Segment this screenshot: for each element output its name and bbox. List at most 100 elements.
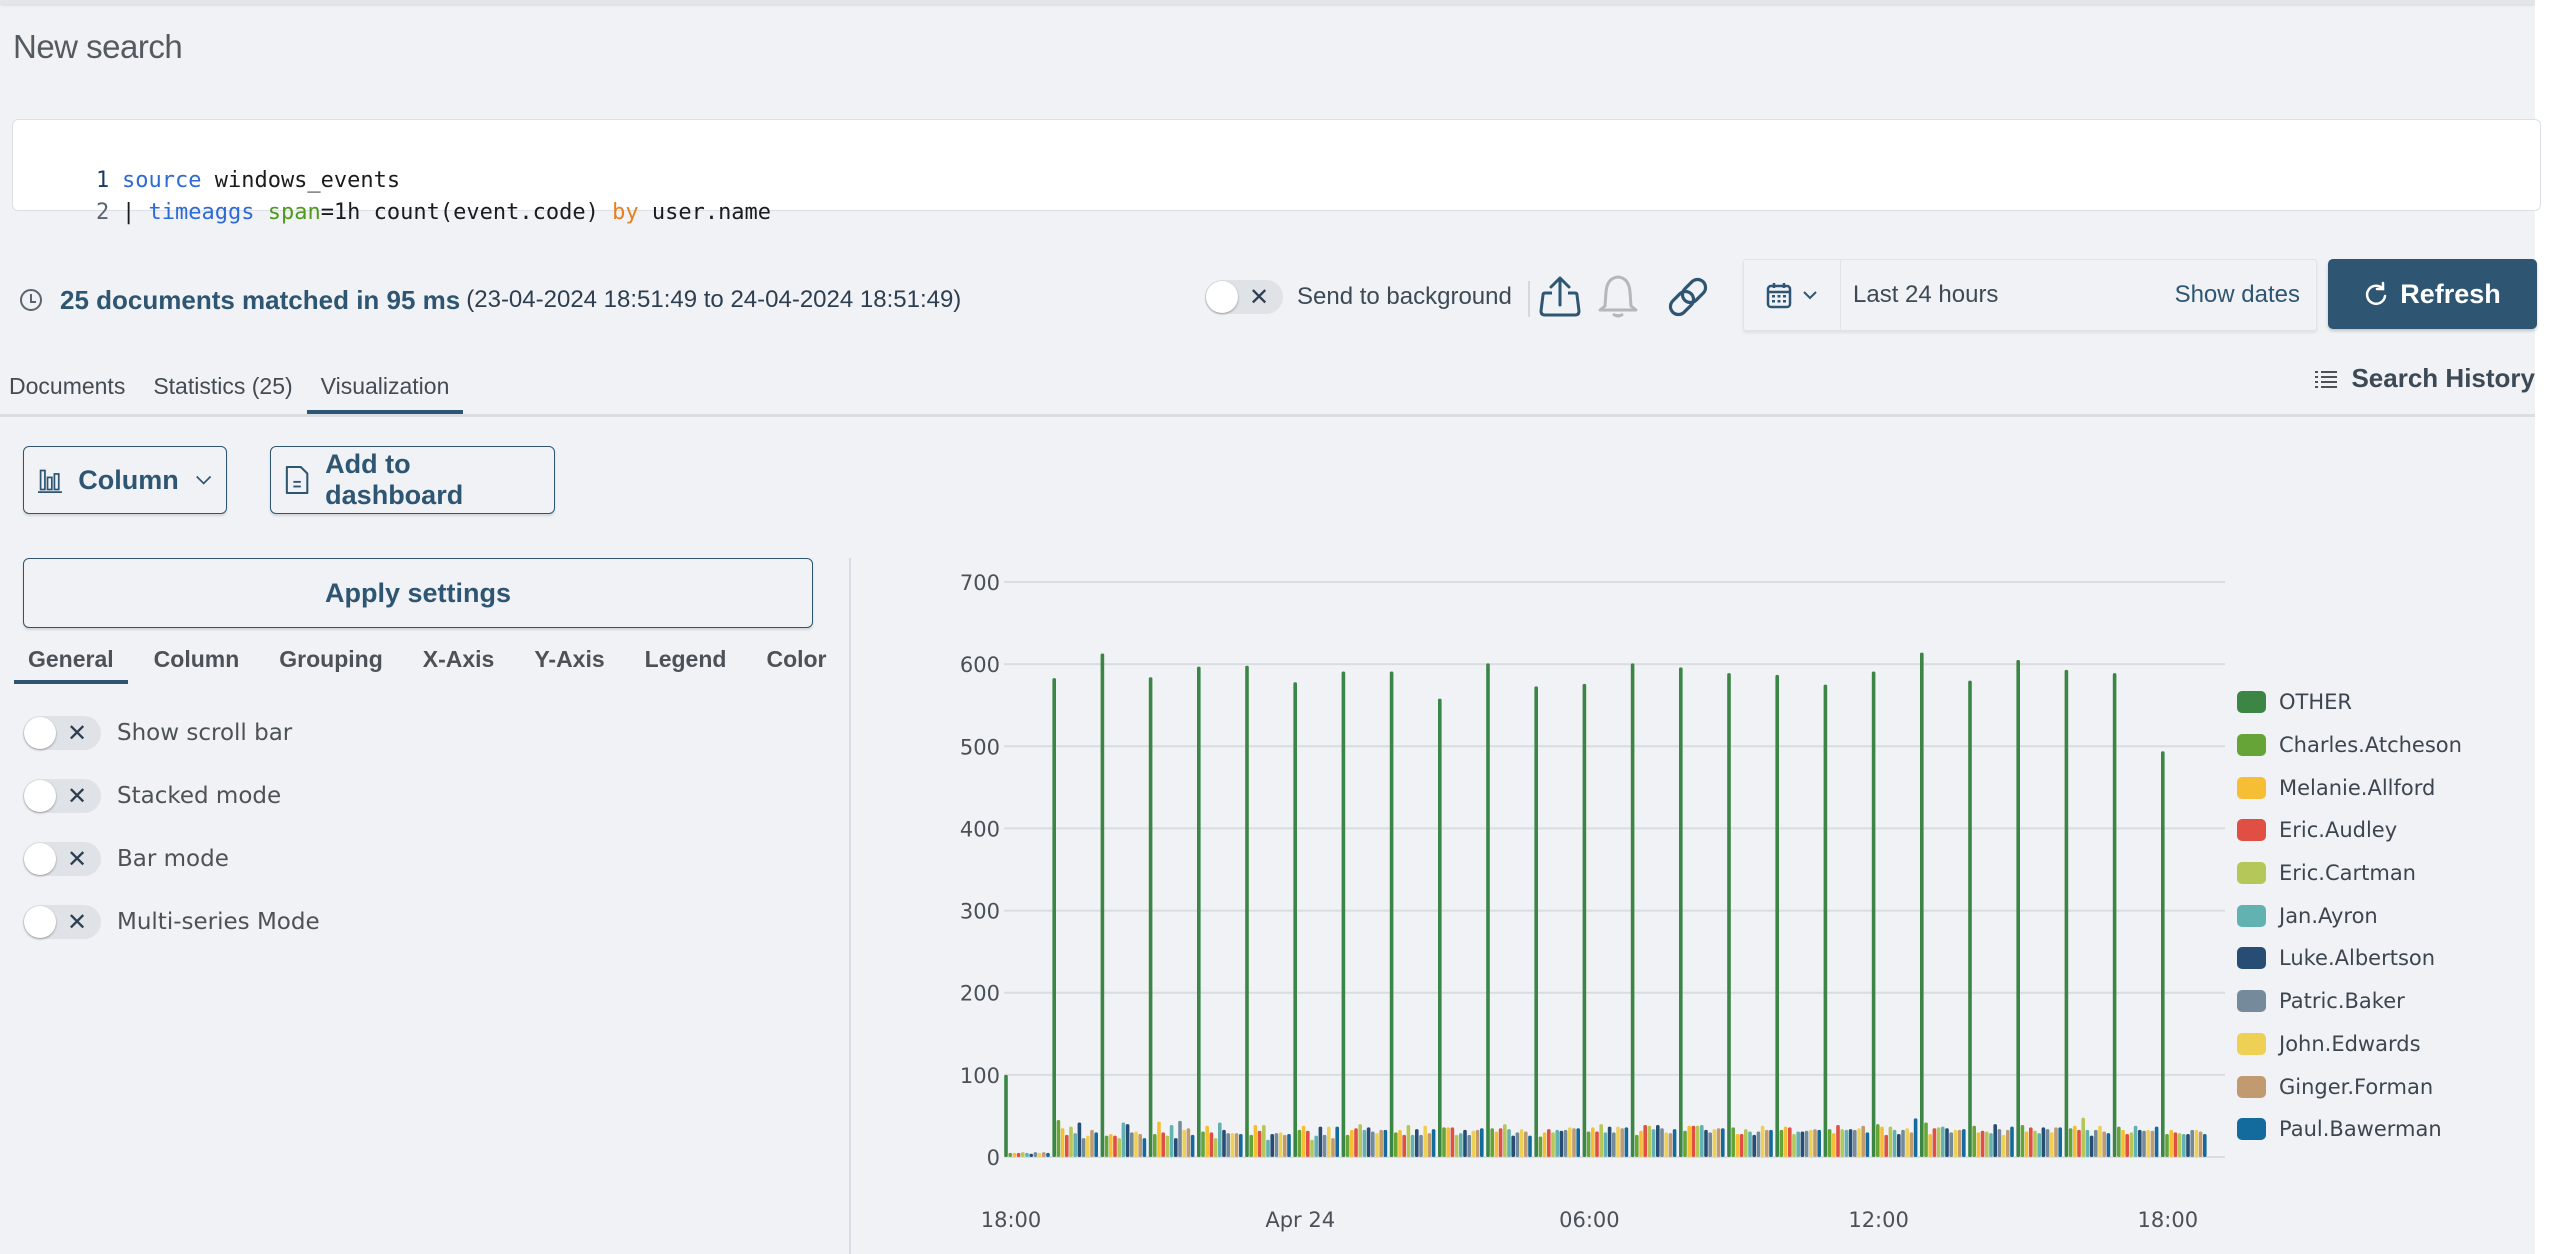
legend-item[interactable]: Patric.Baker (2237, 980, 2462, 1023)
match-time-range: (23-04-2024 18:51:49 to 24-04-2024 18:51… (466, 286, 962, 313)
bar-patric-baker (2094, 1129, 2098, 1157)
settings-tab-grouping[interactable]: Grouping (265, 640, 396, 684)
time-range-value[interactable]: Last 24 hours (1853, 260, 1998, 330)
bar-jan-ayron (1507, 1129, 1511, 1157)
legend-item[interactable]: Eric.Audley (2237, 809, 2462, 852)
legend-item[interactable]: Luke.Albertson (2237, 937, 2462, 980)
legend-item[interactable]: Jan.Ayron (2237, 894, 2462, 937)
search-history-button[interactable]: Search History (2315, 363, 2535, 394)
bar-other (1293, 682, 1297, 1157)
bar-ginger-forman (1716, 1128, 1721, 1157)
share-button[interactable] (1537, 272, 1583, 322)
option-multi-series-mode[interactable]: ✕ Multi-series Mode (23, 905, 320, 939)
bar-eric-cartman (1599, 1124, 1603, 1157)
option-bar-mode[interactable]: ✕ Bar mode (23, 842, 229, 876)
tab-documents[interactable]: Documents (0, 368, 139, 414)
bar-other (1823, 684, 1828, 1157)
alert-button[interactable] (1595, 272, 1641, 322)
bar-eric-cartman (2129, 1132, 2134, 1157)
bar-paul-bawerman (1576, 1128, 1580, 1157)
bar-john-edwards (1664, 1132, 1668, 1157)
bar-other (1389, 671, 1394, 1157)
query-token: by (612, 200, 639, 225)
quick-select-button[interactable] (1744, 260, 1841, 330)
bar-luke-albertson (1270, 1134, 1274, 1157)
bar-melanie-allford (1976, 1132, 1981, 1157)
settings-tab-column[interactable]: Column (140, 640, 254, 684)
y-tick-label: 300 (960, 900, 1000, 924)
legend-item[interactable]: Charles.Atcheson (2237, 724, 2462, 767)
tab-visualization[interactable]: Visualization (306, 368, 464, 414)
bar-eric-audley (1836, 1124, 1840, 1157)
bar-eric-audley (2029, 1127, 2033, 1157)
legend-item[interactable]: Eric.Cartman (2237, 852, 2462, 895)
bar-other (1727, 673, 1731, 1157)
settings-tab-color[interactable]: Color (752, 640, 840, 684)
bar-luke-albertson (1800, 1131, 1805, 1157)
tabs-border (0, 414, 2535, 417)
settings-tab-x-axis[interactable]: X-Axis (409, 640, 509, 684)
query-token: | (121, 200, 149, 225)
panel-divider (849, 558, 851, 1254)
bar-patric-baker (1563, 1129, 1568, 1157)
bar-jan-ayron (1410, 1134, 1415, 1157)
option-show-scroll-bar[interactable]: ✕ Show scroll bar (23, 716, 292, 750)
legend-swatch (2237, 1118, 2266, 1141)
option-stacked-mode[interactable]: ✕ Stacked mode (23, 779, 281, 813)
bar-eric-audley (2173, 1132, 2178, 1157)
time-range-picker[interactable]: Last 24 hours Show dates (1743, 259, 2317, 331)
close-icon: ✕ (1249, 283, 1270, 311)
bar-patric-baker (1467, 1134, 1471, 1157)
bar-other (1775, 674, 1779, 1157)
bar-ginger-forman (1861, 1125, 1865, 1157)
query-line-1[interactable]: 1 source windows_events (43, 133, 400, 193)
bar-eric-cartman (1695, 1125, 1700, 1157)
bar-paul-bawerman (1865, 1132, 1870, 1157)
send-to-background-toggle[interactable]: ✕ (1205, 280, 1283, 314)
toggle-knob (24, 780, 56, 812)
chart-type-dropdown[interactable]: Column (23, 446, 227, 514)
bar-charles-atcheson (1249, 1134, 1253, 1157)
search-history-label: Search History (2351, 363, 2535, 393)
bar-charles-atcheson (1345, 1134, 1350, 1157)
legend-item[interactable]: John.Edwards (2237, 1023, 2462, 1066)
bar-ginger-forman (2150, 1130, 2155, 1157)
bar-luke-albertson (1704, 1129, 1708, 1157)
bar-melanie-allford (2121, 1129, 2125, 1157)
multi-series-mode-toggle[interactable]: ✕ (23, 905, 101, 939)
bar-other (1486, 663, 1490, 1157)
copy-link-button[interactable] (1665, 272, 1711, 322)
stacked-mode-toggle[interactable]: ✕ (23, 779, 101, 813)
show-dates-link[interactable]: Show dates (2175, 260, 2300, 330)
send-to-background[interactable]: ✕ Send to background (1205, 280, 1512, 314)
bar-other (1438, 698, 1442, 1157)
bar-eric-audley (1595, 1131, 1599, 1157)
refresh-button[interactable]: Refresh (2328, 259, 2537, 329)
apply-settings-button[interactable]: Apply settings (23, 558, 813, 628)
bar-john-edwards (2146, 1129, 2150, 1157)
query-editor[interactable]: 1 source windows_events 2 | timeaggs span=… (12, 119, 2541, 225)
bar-other (2112, 673, 2117, 1157)
settings-tab-legend[interactable]: Legend (631, 640, 741, 684)
bar-jan-ayron (1025, 1152, 1029, 1157)
settings-tab-general[interactable]: General (14, 640, 128, 684)
bar-luke-albertson (1125, 1124, 1130, 1157)
legend-item[interactable]: Ginger.Forman (2237, 1065, 2462, 1108)
bar-ginger-forman (1138, 1134, 1142, 1157)
bar-mode-toggle[interactable]: ✕ (23, 842, 101, 876)
bar-eric-cartman (2177, 1133, 2182, 1157)
legend-item[interactable]: Paul.Bawerman (2237, 1108, 2462, 1151)
legend-item[interactable]: OTHER (2237, 681, 2462, 724)
add-to-dashboard-button[interactable]: Add to dashboard (270, 446, 555, 514)
bar-charles-atcheson (1683, 1130, 1687, 1157)
legend-item[interactable]: Melanie.Allford (2237, 766, 2462, 809)
legend-swatch (2237, 776, 2266, 799)
bar-luke-albertson (1463, 1129, 1467, 1157)
tab-statistics[interactable]: Statistics (25) (139, 368, 306, 414)
settings-tab-y-axis[interactable]: Y-Axis (520, 640, 618, 684)
show-scroll-bar-toggle[interactable]: ✕ (23, 716, 101, 750)
legend-label: John.Edwards (2279, 1031, 2421, 1056)
query-line-2[interactable]: 2 | timeaggs span=1h count(event.code) by… (43, 165, 771, 225)
bar-patric-baker (1274, 1133, 1279, 1157)
bar-ginger-forman (1186, 1128, 1191, 1157)
